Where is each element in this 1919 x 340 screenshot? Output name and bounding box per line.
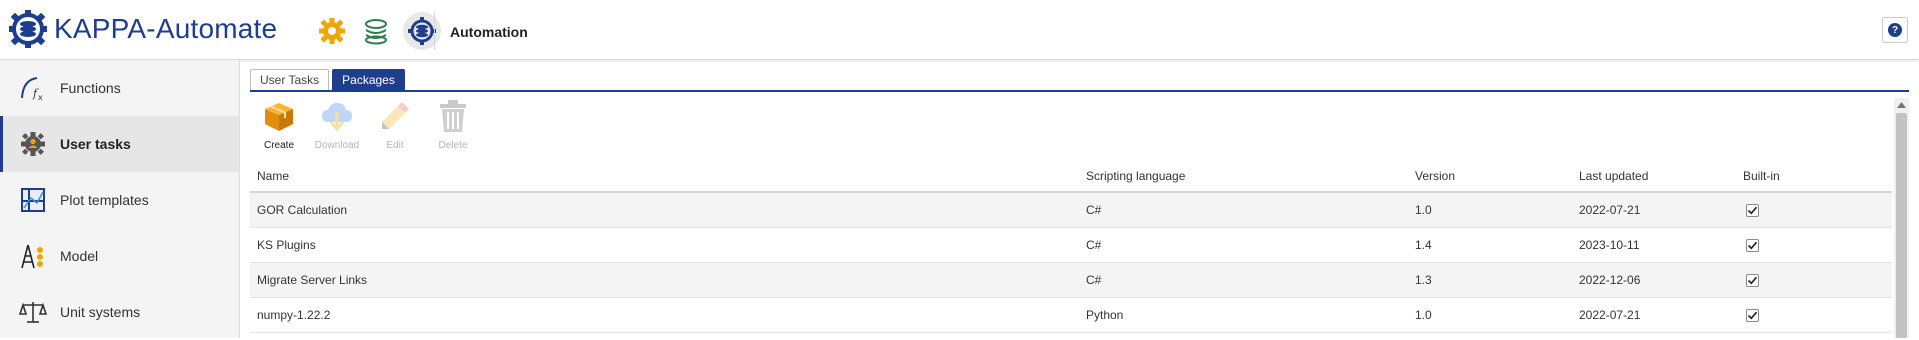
checkmark-icon	[1747, 206, 1758, 214]
header-module-icons	[315, 12, 451, 50]
scale-icon	[18, 297, 48, 327]
column-header-last-updated[interactable]: Last updated	[1572, 169, 1736, 183]
delete-label: Delete	[438, 140, 468, 151]
column-header-version[interactable]: Version	[1408, 169, 1572, 183]
app-name: KAPPA-Automate	[54, 13, 278, 44]
cell-language: C#	[1086, 273, 1102, 287]
cell-language: C#	[1086, 238, 1102, 252]
cell-last-updated: 2022-07-21	[1579, 308, 1641, 322]
user-task-gear-icon	[18, 129, 48, 159]
cell-name: KS Plugins	[257, 238, 316, 252]
help-button[interactable]: ?	[1882, 17, 1908, 43]
brand[interactable]: KAPPA-Automate	[8, 9, 277, 49]
table-header: Name Scripting language Version Last upd…	[250, 160, 1892, 193]
cell-name: Migrate Server Links	[257, 273, 368, 287]
table-row[interactable]: numpy-1.22.2 Python 1.0 2022-07-21	[250, 298, 1892, 333]
trash-icon	[435, 98, 471, 134]
checkmark-icon	[1747, 311, 1758, 319]
cell-version: 1.4	[1415, 238, 1432, 252]
plot-template-icon	[18, 185, 48, 215]
column-header-name[interactable]: Name	[250, 169, 1079, 183]
cell-language: Python	[1086, 308, 1124, 322]
box-icon	[261, 98, 297, 134]
tab-packages[interactable]: Packages	[332, 69, 405, 90]
cell-name: GOR Calculation	[257, 203, 348, 217]
delete-button[interactable]: Delete	[424, 98, 482, 151]
sidebar-item-label: User tasks	[60, 136, 131, 152]
built-in-checkbox	[1746, 238, 1759, 252]
create-label: Create	[263, 140, 294, 151]
tab-underline	[250, 90, 1909, 92]
cell-language: C#	[1086, 203, 1102, 217]
edit-button[interactable]: Edit	[366, 98, 424, 151]
pencil-icon	[377, 98, 413, 134]
cell-last-updated: 2022-12-06	[1579, 273, 1641, 287]
built-in-checkbox	[1746, 273, 1759, 287]
app-header: KAPPA-Automate Automation ?	[0, 0, 1919, 60]
automation-icon[interactable]	[403, 12, 441, 50]
section-title: Automation	[450, 24, 528, 40]
help-icon: ?	[1888, 23, 1902, 37]
table-row[interactable]: KS Plugins C# 1.4 2023-10-11	[250, 228, 1892, 263]
checkmark-icon	[1747, 276, 1758, 284]
svg-text:x: x	[38, 93, 43, 102]
packages-table: Name Scripting language Version Last upd…	[250, 160, 1892, 333]
edit-label: Edit	[386, 140, 404, 151]
tab-bar: User Tasks Packages	[250, 69, 408, 90]
table-row[interactable]: Migrate Server Links C# 1.3 2022-12-06	[250, 263, 1892, 298]
model-icon	[18, 241, 48, 271]
built-in-checkbox	[1746, 203, 1759, 217]
cell-built-in	[1736, 238, 1892, 252]
checkmark-icon	[1747, 241, 1758, 249]
vertical-scrollbar[interactable]	[1894, 98, 1909, 338]
sidebar-item-functions[interactable]: f x Functions	[0, 60, 239, 116]
table-row[interactable]: GOR Calculation C# 1.0 2022-07-21	[250, 193, 1892, 228]
cell-built-in	[1736, 308, 1892, 322]
gear-icon[interactable]	[315, 14, 349, 48]
cell-last-updated: 2022-07-21	[1579, 203, 1641, 217]
toolbar: Create Download Edit Delete	[250, 98, 482, 151]
sidebar: f x Functions User tasks Plot templates …	[0, 60, 240, 338]
cell-last-updated: 2023-10-11	[1579, 238, 1640, 252]
download-label: Download	[314, 140, 360, 151]
download-button[interactable]: Download	[308, 98, 366, 151]
kappa-logo-icon	[9, 10, 47, 48]
sidebar-item-label: Functions	[60, 80, 121, 96]
scroll-up-arrow-icon[interactable]	[1894, 98, 1909, 111]
built-in-checkbox	[1746, 308, 1759, 322]
sidebar-item-label: Plot templates	[60, 192, 149, 208]
column-header-scripting-language[interactable]: Scripting language	[1079, 169, 1408, 183]
header-separator	[434, 12, 435, 50]
scrollbar-thumb[interactable]	[1896, 113, 1907, 338]
cell-version: 1.0	[1415, 203, 1432, 217]
cell-version: 1.0	[1415, 308, 1432, 322]
sidebar-item-user-tasks[interactable]: User tasks	[0, 116, 239, 172]
sidebar-item-model[interactable]: Model	[0, 228, 239, 284]
cloud-download-icon	[319, 98, 355, 134]
layers-icon[interactable]	[359, 14, 393, 48]
create-button[interactable]: Create	[250, 98, 308, 151]
cell-name: numpy-1.22.2	[257, 308, 331, 322]
sidebar-item-plot-templates[interactable]: Plot templates	[0, 172, 239, 228]
cell-built-in	[1736, 273, 1892, 287]
sidebar-item-unit-systems[interactable]: Unit systems	[0, 284, 239, 340]
sidebar-item-label: Model	[60, 248, 99, 264]
column-header-built-in[interactable]: Built-in	[1736, 169, 1892, 183]
tab-user-tasks[interactable]: User Tasks	[250, 69, 330, 90]
sidebar-item-label: Unit systems	[60, 304, 141, 320]
cell-built-in	[1736, 203, 1892, 217]
function-fx-icon: f x	[18, 73, 48, 103]
cell-version: 1.3	[1415, 273, 1432, 287]
